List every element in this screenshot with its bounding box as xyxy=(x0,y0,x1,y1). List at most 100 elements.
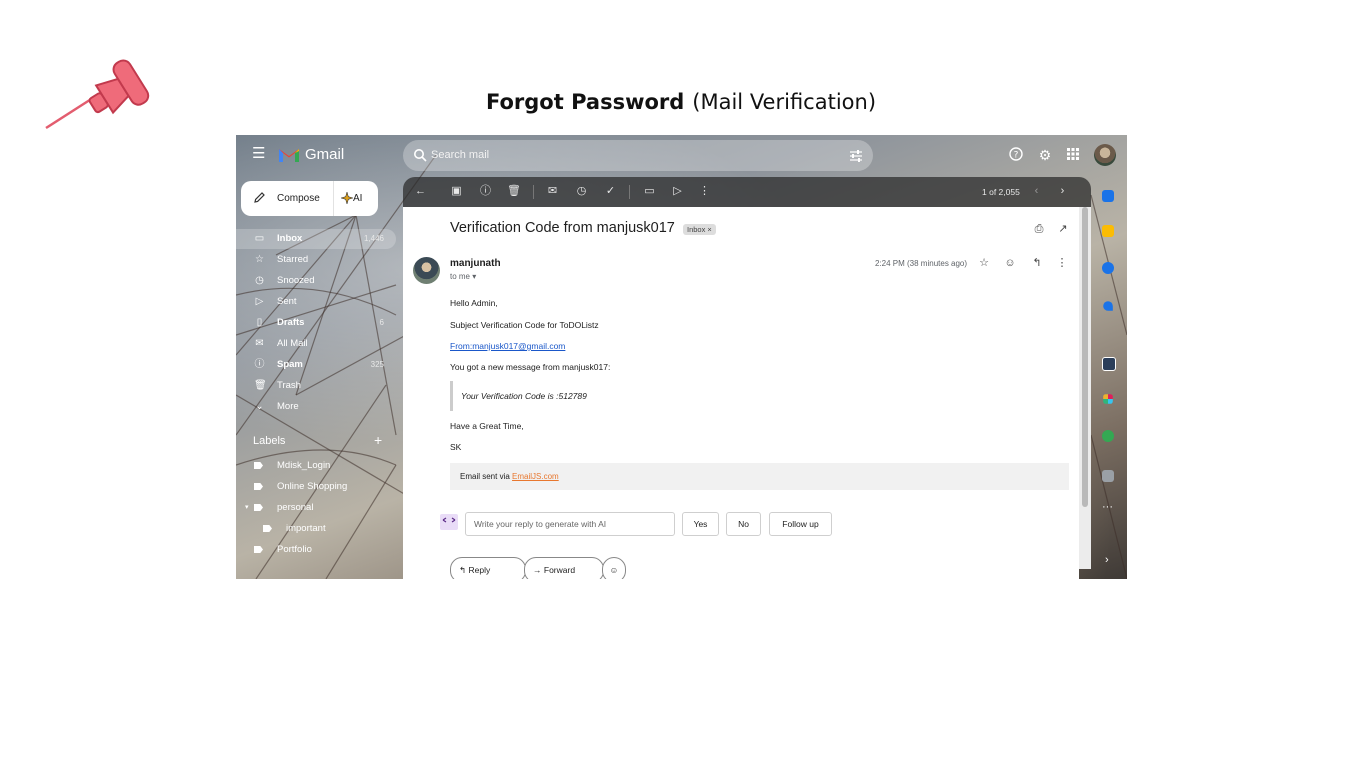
search-icon xyxy=(414,149,427,162)
message-panel: Verification Code from manjusk017 Inbox … xyxy=(403,207,1079,579)
spam-icon: ⓘ xyxy=(254,359,265,370)
email-subject-line: Subject Verification Code for ToDOListz xyxy=(450,320,599,330)
email-subject: Verification Code from manjusk017 xyxy=(450,220,675,236)
ai-reply-icon[interactable] xyxy=(440,514,458,530)
delete-icon[interactable]: 🗑 xyxy=(507,185,521,198)
compose-button[interactable]: Compose xyxy=(241,181,333,216)
footer-link[interactable]: EmailJS.com xyxy=(512,472,559,481)
hamburger-menu-icon[interactable]: ☰ xyxy=(252,146,266,161)
print-icon[interactable]: ⎙ xyxy=(1033,223,1045,235)
label-item-online-shopping[interactable]: Online Shopping xyxy=(236,477,396,497)
emoji-button[interactable]: ☺ xyxy=(602,557,626,579)
sidebar-item-starred[interactable]: ☆ Starred xyxy=(236,250,396,270)
sidebar-item-label: More xyxy=(277,401,299,412)
label-item-personal[interactable]: ▾ personal xyxy=(236,498,396,518)
email-timestamp: 2:24 PM (38 minutes ago) xyxy=(875,259,968,268)
chevron-down-icon: ⌄ xyxy=(255,401,264,412)
calendar-icon[interactable] xyxy=(1102,190,1114,202)
search-options-icon[interactable] xyxy=(849,149,863,163)
suggestion-follow-up-button[interactable]: Follow up xyxy=(769,512,832,536)
newer-chevron-icon[interactable]: ‹ xyxy=(1030,185,1043,198)
sidebar-item-label: Snoozed xyxy=(277,275,315,286)
add-to-tasks-icon[interactable]: ✓ xyxy=(604,185,617,198)
sidebar-item-snoozed[interactable]: ◷ Snoozed xyxy=(236,271,396,291)
ai-button[interactable]: AI xyxy=(333,181,378,216)
sender-name[interactable]: manjunath xyxy=(450,258,501,269)
trash-icon: 🗑 xyxy=(254,380,267,391)
mark-unread-icon[interactable]: ✉ xyxy=(546,185,559,198)
label-tag-icon xyxy=(254,546,263,553)
open-new-window-icon[interactable]: ↗ xyxy=(1057,223,1069,235)
addon-green-icon[interactable] xyxy=(1102,430,1114,442)
more-options-icon[interactable]: ⋮ xyxy=(1056,257,1068,269)
label-item-mdisk-login[interactable]: Mdisk_Login xyxy=(236,456,396,476)
label-item-text: important xyxy=(286,523,326,534)
sidebar-item-more[interactable]: ⌄ More xyxy=(236,397,396,417)
snooze-icon[interactable]: ◷ xyxy=(575,185,588,198)
more-addons-icon[interactable]: ··· xyxy=(1102,501,1113,513)
label-tag-icon xyxy=(263,525,272,532)
label-item-text: Mdisk_Login xyxy=(277,460,331,471)
sidebar-item-trash[interactable]: 🗑 Trash xyxy=(236,376,396,396)
label-icon[interactable]: ▷ xyxy=(671,185,684,198)
sidebar-item-inbox[interactable]: ▭ Inbox 1,446 xyxy=(236,229,396,249)
sidebar-item-label: Starred xyxy=(277,254,309,265)
report-spam-icon[interactable]: ⓘ xyxy=(479,185,492,198)
reply-label: Reply xyxy=(468,565,491,575)
back-arrow-icon[interactable]: ← xyxy=(414,185,427,198)
scrollbar-thumb[interactable] xyxy=(1082,207,1088,507)
settings-gear-icon[interactable]: ⚙ xyxy=(1037,147,1053,163)
more-vertical-icon[interactable]: ⋮ xyxy=(698,185,711,198)
footer-prefix: Email sent via xyxy=(460,472,513,481)
sidebar-item-spam[interactable]: ⓘ Spam 325 xyxy=(236,355,396,375)
sidebar-item-drafts[interactable]: ▯ Drafts 6 xyxy=(236,313,396,333)
older-chevron-icon[interactable]: › xyxy=(1056,185,1069,198)
label-item-important[interactable]: important xyxy=(236,519,396,539)
star-icon[interactable]: ☆ xyxy=(978,257,990,269)
sidebar-item-count: 325 xyxy=(370,360,384,369)
ai-reply-placeholder: Write your reply to generate with AI xyxy=(474,519,607,529)
expand-caret-icon[interactable]: ▾ xyxy=(245,503,249,511)
sidebar-item-label: Spam xyxy=(277,359,303,370)
add-label-plus-icon[interactable]: + xyxy=(374,432,382,448)
forward-button[interactable]: → Forward xyxy=(524,557,604,579)
keep-icon[interactable] xyxy=(1102,225,1114,237)
contacts-icon[interactable] xyxy=(1103,301,1113,311)
search-input[interactable]: Search mail xyxy=(431,149,489,161)
addon-image-icon[interactable] xyxy=(1102,470,1114,482)
label-item-portfolio[interactable]: Portfolio xyxy=(236,540,396,560)
suggestion-no-button[interactable]: No xyxy=(726,512,761,536)
move-to-icon[interactable]: ▭ xyxy=(643,185,656,198)
gmail-screenshot: ☰ Gmail Search mail ? ⚙ Compose AI ▭ Inb… xyxy=(236,135,1127,579)
slack-icon[interactable] xyxy=(1103,394,1113,404)
ai-label: AI xyxy=(353,193,363,204)
emoji-react-icon[interactable]: ☺ xyxy=(1004,257,1016,269)
inbox-label-chip[interactable]: Inbox × xyxy=(683,224,716,235)
sidebar-item-label: All Mail xyxy=(277,338,308,349)
draft-icon: ▯ xyxy=(256,317,263,328)
ai-reply-input[interactable]: Write your reply to generate with AI xyxy=(465,512,675,536)
recipient-details[interactable]: to me ▾ xyxy=(450,272,476,281)
sidebar-item-sent[interactable]: ▷ Sent xyxy=(236,292,396,312)
tasks-icon[interactable] xyxy=(1102,262,1114,274)
slide-title: Forgot Password (Mail Verification) xyxy=(0,90,1362,114)
sparkle-icon xyxy=(341,192,353,204)
sidebar-item-label: Drafts xyxy=(277,317,305,328)
gmail-top-bar: ☰ Gmail Search mail ? ⚙ xyxy=(236,135,1127,177)
verification-code-text: Your Verification Code is :512789 xyxy=(461,391,587,401)
label-tag-icon xyxy=(254,462,263,469)
apps-grid-icon[interactable] xyxy=(1065,147,1081,163)
reply-button[interactable]: ↰ Reply xyxy=(450,557,526,579)
help-icon[interactable]: ? xyxy=(1008,147,1024,163)
sidebar-item-all-mail[interactable]: ✉ All Mail xyxy=(236,334,396,354)
sender-avatar[interactable] xyxy=(413,257,440,284)
addon-app-icon[interactable] xyxy=(1102,357,1116,371)
sidebar-item-label: Trash xyxy=(277,380,301,391)
expand-side-panel-icon[interactable]: › xyxy=(1105,554,1109,566)
suggestion-yes-button[interactable]: Yes xyxy=(682,512,719,536)
search-bar[interactable]: Search mail xyxy=(403,140,873,171)
email-from-link[interactable]: From:manjusk017@gmail.com xyxy=(450,341,565,351)
reply-arrow-icon[interactable]: ↰ xyxy=(1031,257,1043,269)
archive-icon[interactable]: ▣ xyxy=(450,185,463,198)
account-avatar[interactable] xyxy=(1094,144,1116,166)
